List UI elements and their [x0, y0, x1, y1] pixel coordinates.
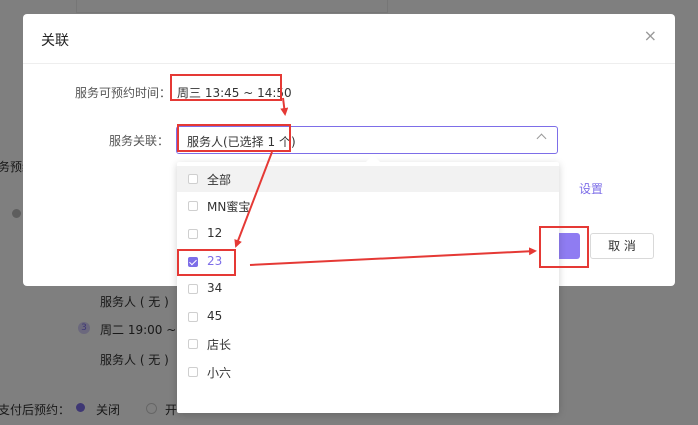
arrow-option-to-confirm: [249, 247, 537, 266]
arrow-select-to-option: [234, 151, 273, 248]
annotation-arrows: [234, 97, 537, 266]
arrow-time-to-select: [280, 97, 289, 116]
